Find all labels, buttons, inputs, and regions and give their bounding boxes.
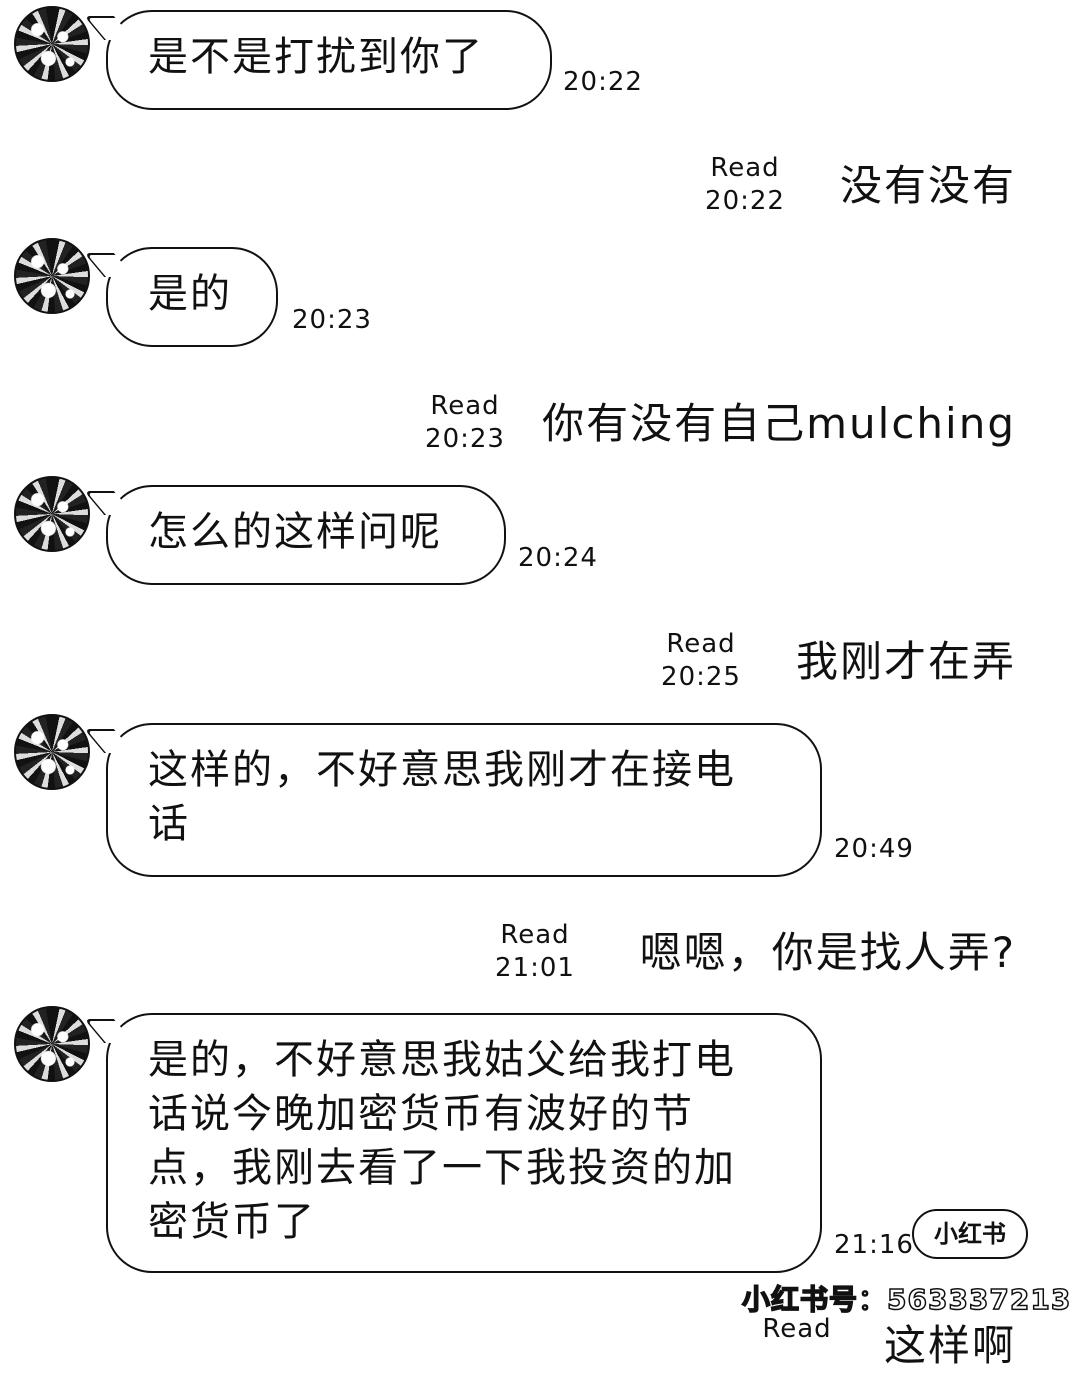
- read-status: Read: [762, 1314, 832, 1344]
- message-bubble[interactable]: 是不是打扰到你了: [106, 10, 552, 110]
- message-text: 怎么的这样问呢: [148, 509, 442, 555]
- message-time: 21:01: [495, 953, 575, 983]
- message-time: 21:16: [834, 1230, 914, 1260]
- message-text-outgoing[interactable]: 这样啊: [884, 1312, 1016, 1373]
- message-text-line: 密货币了: [148, 1199, 316, 1245]
- message-bubble[interactable]: 这样的，不好意思我刚才在接电 话: [106, 723, 822, 877]
- read-receipt: Read 21:01: [490, 919, 580, 985]
- message-text: 是的: [148, 271, 232, 317]
- avatar[interactable]: [14, 1006, 90, 1082]
- message-text-line: 是的，不好意思我姑父给我打电: [148, 1037, 736, 1083]
- message-text-line: 点，我刚去看了一下我投资的加: [148, 1145, 736, 1191]
- watermark-badge: 小红书: [912, 1209, 1028, 1259]
- message-text-line: 这样的，不好意思我刚才在接电: [148, 747, 736, 793]
- message-text-outgoing[interactable]: 没有没有: [840, 152, 1016, 213]
- read-status: Read: [710, 153, 780, 183]
- read-receipt: Read 20:22: [700, 152, 790, 218]
- message-time: 20:22: [705, 186, 785, 216]
- avatar[interactable]: [14, 6, 90, 82]
- read-receipt: Read 20:23: [420, 390, 510, 456]
- message-bubble[interactable]: 怎么的这样问呢: [106, 485, 506, 585]
- message-bubble[interactable]: 是的: [106, 247, 278, 347]
- read-receipt: Read: [752, 1313, 842, 1346]
- message-bubble[interactable]: 是的，不好意思我姑父给我打电 话说今晚加密货币有波好的节 点，我刚去看了一下我投…: [106, 1013, 822, 1273]
- message-time: 20:24: [518, 543, 598, 573]
- message-time: 20:23: [425, 424, 505, 454]
- message-time: 20:22: [563, 67, 643, 97]
- message-text-line: 话: [148, 801, 190, 847]
- message-text: 是不是打扰到你了: [148, 34, 484, 80]
- message-time: 20:23: [292, 305, 372, 335]
- read-receipt: Read 20:25: [656, 628, 746, 694]
- message-text-line: 话说今晚加密货币有波好的节: [148, 1091, 694, 1137]
- read-status: Read: [430, 391, 500, 421]
- message-text-outgoing[interactable]: 我刚才在弄: [796, 628, 1016, 689]
- avatar[interactable]: [14, 714, 90, 790]
- message-text-outgoing[interactable]: 你有没有自己mulching: [542, 390, 1016, 451]
- read-status: Read: [666, 629, 736, 659]
- message-text-outgoing[interactable]: 嗯嗯，你是找人弄?: [640, 919, 1016, 980]
- avatar[interactable]: [14, 476, 90, 552]
- message-time: 20:25: [661, 662, 741, 692]
- avatar[interactable]: [14, 238, 90, 314]
- message-time: 20:49: [834, 834, 914, 864]
- read-status: Read: [500, 920, 570, 950]
